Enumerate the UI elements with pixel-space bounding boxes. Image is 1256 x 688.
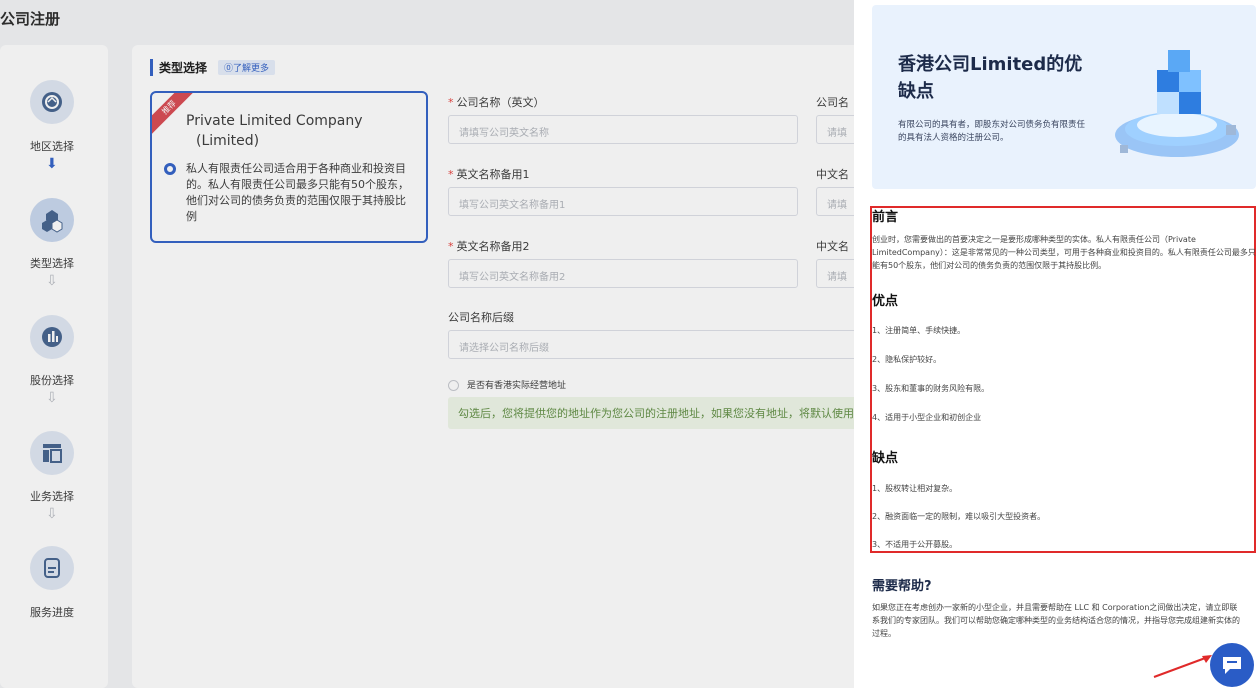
cons-item: 1、股权转让相对复杂。 (872, 484, 958, 493)
pros-heading: 优点 (872, 294, 899, 309)
hero-description: 有限公司的具有者，即股东对公司债务负有限责任的具有法人资格的注册公司。 (898, 120, 1086, 143)
cons-item: 2、融资面临一定的限制，难以吸引大型投资者。 (872, 512, 1046, 521)
pros-item: 1、注册简单、手续快捷。 (872, 326, 966, 335)
hero-illustration (1115, 50, 1239, 157)
modal-overlay[interactable] (0, 0, 854, 688)
pros-item: 4、适用于小型企业和初创企业 (872, 413, 982, 422)
help-text: 如果您正在考虑创办一家新的小型企业，并且需要帮助在 LLC 和 Corporat… (872, 603, 1240, 638)
hero-title: 香港公司Limited的优缺点 (898, 54, 1083, 102)
pros-item: 2、隐私保护较好。 (872, 355, 942, 364)
cons-item: 3、不适用于公开募股。 (872, 540, 958, 549)
chat-icon (1223, 657, 1241, 674)
info-drawer: 香港公司Limited的优缺点 有限公司的具有者，即股东对公司债务负有限责任的具… (854, 0, 1256, 688)
chat-button[interactable] (1210, 643, 1254, 687)
intro-heading: 前言 (872, 210, 899, 225)
cons-heading: 缺点 (872, 451, 899, 466)
intro-text: 创业时，您需要做出的首要决定之一是要形成哪种类型的实体。私人有限责任公司（Pri… (872, 235, 1256, 270)
pros-item: 3、股东和董事的财务风险有限。 (872, 384, 990, 393)
hero-banner: 香港公司Limited的优缺点 有限公司的具有者，即股东对公司债务负有限责任的具… (872, 5, 1256, 189)
help-heading: 需要帮助? (872, 579, 932, 594)
